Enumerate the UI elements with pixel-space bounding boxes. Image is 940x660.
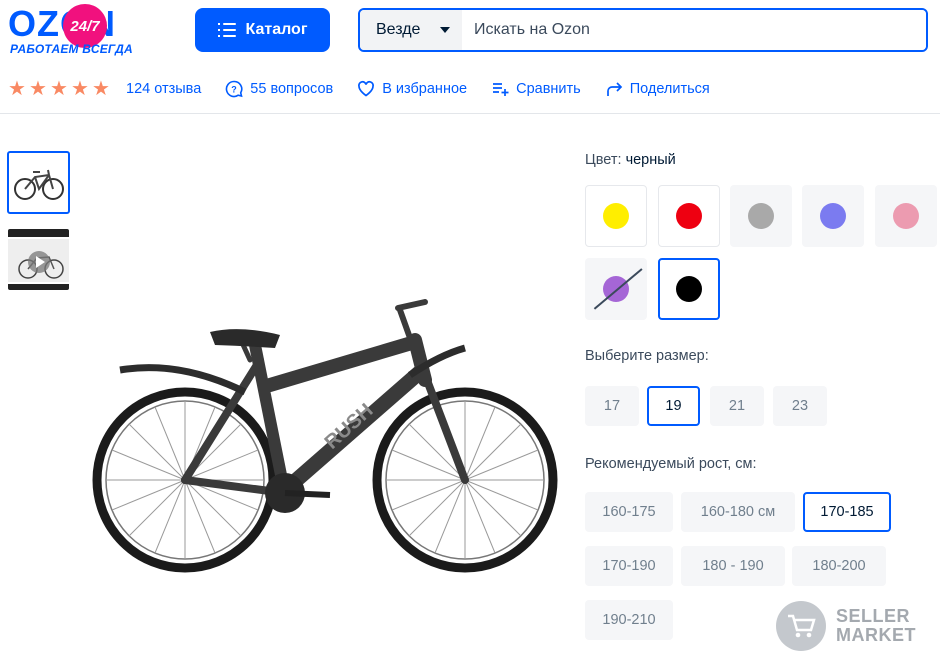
bicycle-illustration: RUSH (92, 299, 558, 573)
compare-label: Сравнить (516, 81, 581, 97)
size-option[interactable]: 23 (773, 386, 827, 426)
seller-market-watermark: SELLER MARKET (776, 601, 936, 653)
watermark-text: SELLER MARKET (836, 607, 916, 645)
share-label: Поделиться (629, 81, 710, 97)
height-option-label: 170-190 (602, 558, 656, 574)
search-scope-select[interactable]: Везде (360, 10, 462, 50)
height-option[interactable]: 190-210 (585, 600, 673, 640)
watermark-line2: MARKET (836, 625, 916, 645)
height-option-selected[interactable]: 170-185 (803, 492, 891, 532)
thumbnail-bike-photo[interactable] (7, 151, 70, 214)
color-dot-blue (820, 203, 846, 229)
color-swatch-black-selected[interactable] (658, 258, 720, 320)
favorite-label: В избранное (382, 81, 468, 97)
color-dot-red (676, 203, 702, 229)
cart-icon (776, 601, 826, 651)
color-swatch-blue[interactable] (802, 185, 864, 247)
search-scope-value: Везде (376, 21, 421, 38)
color-swatch-purple-unavailable[interactable] (585, 258, 647, 320)
height-option-label: 180 - 190 (702, 558, 764, 574)
height-option-label: 160-175 (602, 504, 656, 520)
height-option[interactable]: 160-180 см (681, 492, 795, 532)
color-dot-gray (748, 203, 774, 229)
product-main-image[interactable]: RUSH (80, 280, 570, 580)
header-divider (0, 113, 940, 114)
height-option-label: 190-210 (602, 612, 656, 628)
size-option[interactable]: 21 (710, 386, 764, 426)
color-swatch-yellow[interactable] (585, 185, 647, 247)
product-page: OZON 24/7 РАБОТАЕМ ВСЕГДА Каталог Везде … (0, 0, 940, 660)
share-arrow-icon (605, 80, 623, 98)
share-button[interactable]: Поделиться (605, 80, 710, 98)
logo-tagline: РАБОТАЕМ ВСЕГДА (10, 42, 133, 56)
star-icon: ★ (50, 78, 68, 100)
size-option-label: 17 (603, 398, 621, 414)
size-option-label: 21 (728, 398, 746, 414)
height-label: Рекомендуемый рост, см: (585, 456, 757, 472)
questions-count: 55 вопросов (250, 81, 334, 97)
question-bubble-icon: ? (225, 80, 243, 98)
size-option-label: 23 (791, 398, 809, 414)
color-dot-yellow (603, 203, 629, 229)
search-input[interactable] (462, 10, 926, 50)
color-value: черный (625, 152, 676, 168)
rating-stars[interactable]: ★ ★ ★ ★ ★ (8, 79, 112, 99)
product-actions-row: ★ ★ ★ ★ ★ 124 отзыва ? 55 вопросов В изб… (8, 76, 734, 102)
color-dot-pink (893, 203, 919, 229)
height-option-label: 160-180 см (700, 504, 776, 520)
thumbnail-video[interactable] (7, 228, 70, 291)
color-label-text: Цвет: (585, 152, 622, 168)
compare-button[interactable]: Сравнить (491, 80, 581, 98)
ozon-logo[interactable]: OZON 24/7 РАБОТАЕМ ВСЕГДА (8, 4, 158, 56)
height-option[interactable]: 180-200 (792, 546, 886, 586)
catalog-button[interactable]: Каталог (195, 8, 330, 52)
star-icon: ★ (8, 78, 26, 100)
svg-text:?: ? (232, 85, 238, 95)
favorite-button[interactable]: В избранное (357, 80, 467, 98)
watermark-line1: SELLER (836, 606, 911, 626)
reviews-count: 124 отзыва (126, 81, 202, 97)
unavailable-strike (593, 268, 643, 310)
search-bar: Везде (358, 8, 928, 52)
size-label: Выберите размер: (585, 348, 709, 364)
height-option-label: 180-200 (812, 558, 866, 574)
compare-list-icon (491, 80, 509, 98)
color-swatch-gray[interactable] (730, 185, 792, 247)
reviews-link[interactable]: 124 отзыва (126, 81, 201, 97)
questions-link[interactable]: ? 55 вопросов (225, 80, 333, 98)
heart-icon (357, 80, 375, 98)
height-option[interactable]: 180 - 190 (681, 546, 785, 586)
catalog-label: Каталог (245, 21, 308, 38)
color-label: Цвет: черный (585, 152, 676, 168)
height-option[interactable]: 170-190 (585, 546, 673, 586)
size-option-selected[interactable]: 19 (647, 386, 700, 426)
size-option-label: 19 (665, 398, 682, 414)
star-icon: ★ (92, 78, 110, 100)
chevron-down-icon (440, 27, 450, 33)
size-option[interactable]: 17 (585, 386, 639, 426)
height-option[interactable]: 160-175 (585, 492, 673, 532)
star-icon: ★ (29, 78, 47, 100)
color-swatch-red[interactable] (658, 185, 720, 247)
star-icon: ★ (71, 78, 89, 100)
color-swatch-pink[interactable] (875, 185, 937, 247)
menu-icon (217, 23, 236, 37)
color-dot-black (676, 276, 702, 302)
height-option-label: 170-185 (820, 504, 874, 520)
